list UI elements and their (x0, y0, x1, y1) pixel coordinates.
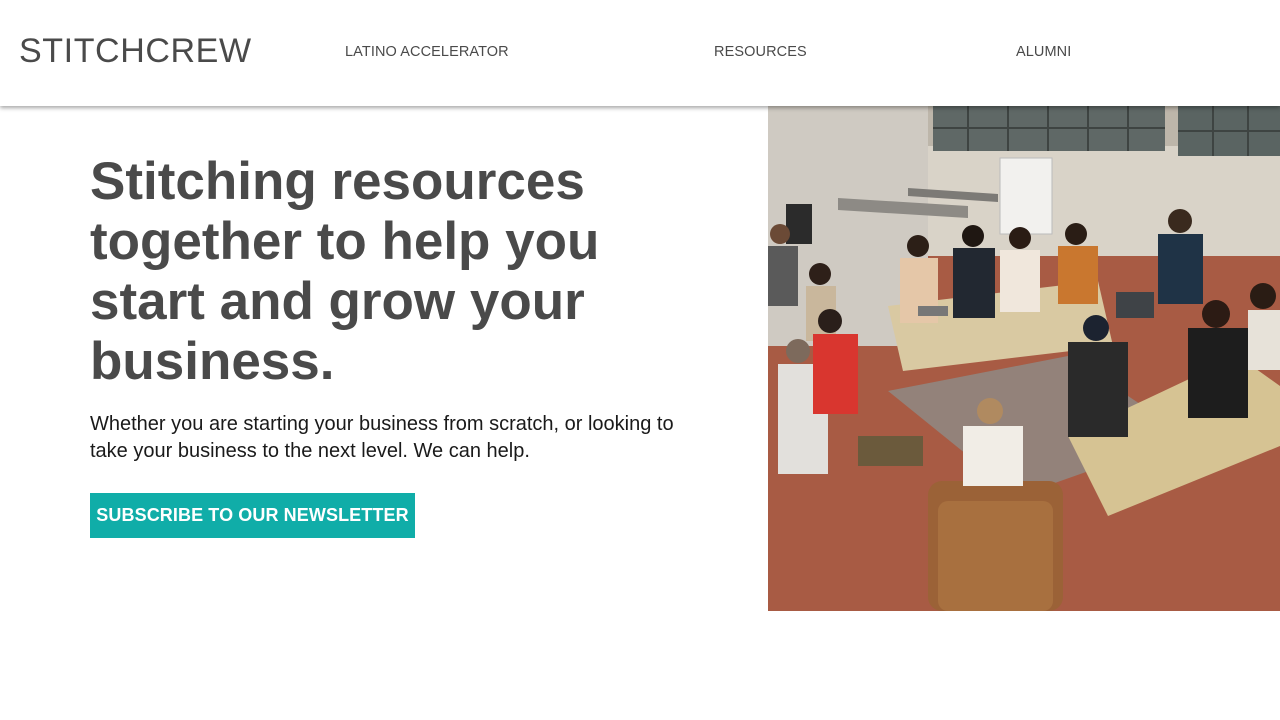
nav-resources[interactable]: RESOURCES (714, 43, 807, 61)
nav-latino-accelerator[interactable]: LATINO ACCELERATOR (345, 43, 509, 61)
hero-title: Stitching resources together to help you… (90, 152, 600, 391)
group-meeting-photo (768, 106, 1280, 611)
nav-alumni[interactable]: ALUMNI (1016, 43, 1071, 61)
hero-subtitle: Whether you are starting your business f… (90, 413, 674, 462)
brand-logo[interactable]: STITCHCREW (19, 31, 252, 71)
subscribe-newsletter-button[interactable]: SUBSCRIBE TO OUR NEWSLETTER (90, 493, 415, 538)
site-header: STITCHCREW LATINO ACCELERATOR RESOURCES … (0, 0, 1280, 106)
